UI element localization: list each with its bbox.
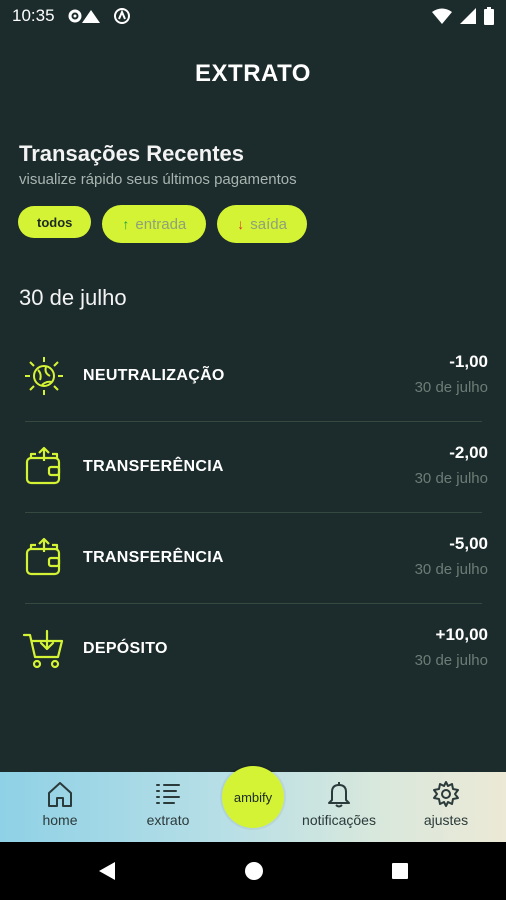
settings-icon (67, 8, 101, 24)
transaction-amount: -5,00 (449, 534, 488, 553)
list-icon (156, 784, 180, 804)
transaction-date: 30 de julho (414, 561, 488, 578)
filter-label: todos (37, 214, 73, 230)
nav-ajustes[interactable]: ajustes (396, 780, 496, 836)
filter-entrada[interactable]: ↑ entrada (102, 205, 207, 243)
nav-label: home (42, 812, 78, 828)
transaction-row[interactable]: NEUTRALIZAÇÃO -1,00 30 de julho (0, 330, 506, 421)
wallet-out-icon (22, 445, 66, 489)
transaction-date: 30 de julho (414, 652, 488, 669)
transaction-date: 30 de julho (414, 379, 488, 396)
page-title: EXTRATO (195, 60, 311, 87)
home-circle-icon[interactable] (244, 861, 264, 886)
section-title: Transações Recentes (19, 141, 245, 166)
back-icon[interactable] (97, 861, 117, 886)
home-icon (48, 782, 72, 807)
filter-todos[interactable]: todos (18, 206, 92, 238)
status-time: 10:35 (12, 6, 55, 25)
recents-icon[interactable] (390, 861, 410, 886)
filter-label: saída (250, 215, 287, 233)
bell-icon (328, 782, 350, 808)
nav-label: extrato (146, 812, 190, 828)
signal-icon (460, 8, 476, 24)
wifi-icon (432, 8, 452, 24)
transaction-name: TRANSFERÊNCIA (83, 457, 224, 475)
section-subtitle: visualize rápido seus últimos pagamentos (19, 171, 297, 188)
transaction-date: 30 de julho (414, 470, 488, 487)
status-bar: 10:35 (0, 0, 506, 32)
filter-chips: todos ↑ entrada ↓ saída (18, 205, 307, 243)
filter-saida[interactable]: ↓ saída (217, 205, 307, 243)
filter-label: entrada (135, 215, 187, 233)
nav-label: ajustes (423, 812, 469, 828)
transaction-row[interactable]: TRANSFERÊNCIA -2,00 30 de julho (0, 421, 506, 512)
gear-icon (433, 781, 459, 807)
date-group-header: 30 de julho (19, 285, 127, 310)
transaction-amount: +10,00 (435, 625, 488, 644)
nav-label: notificações (302, 812, 376, 828)
battery-icon (484, 7, 494, 25)
nav-home[interactable]: home (10, 780, 110, 836)
system-nav-bar (0, 842, 506, 900)
transaction-list: NEUTRALIZAÇÃO -1,00 30 de julho TRANSFER… (0, 330, 506, 694)
transaction-row[interactable]: DEPÓSITO +10,00 30 de julho (0, 603, 506, 694)
circle-a-icon (113, 7, 131, 25)
transaction-amount: -2,00 (449, 443, 488, 462)
transaction-name: NEUTRALIZAÇÃO (83, 366, 225, 384)
transaction-name: DEPÓSITO (83, 639, 168, 657)
transaction-amount: -1,00 (449, 352, 488, 371)
nav-notificacoes[interactable]: notificações (289, 780, 389, 836)
transaction-row[interactable]: TRANSFERÊNCIA -5,00 30 de julho (0, 512, 506, 603)
globe-sun-icon (22, 354, 66, 398)
ambify-label: ambify (233, 789, 273, 805)
cart-download-icon (22, 627, 66, 671)
ambify-button[interactable]: ambify (222, 766, 284, 828)
arrow-down-icon: ↓ (237, 216, 245, 232)
nav-extrato[interactable]: extrato (118, 780, 218, 836)
wallet-out-icon (22, 536, 66, 580)
transaction-name: TRANSFERÊNCIA (83, 548, 224, 566)
arrow-up-icon: ↑ (122, 216, 130, 232)
